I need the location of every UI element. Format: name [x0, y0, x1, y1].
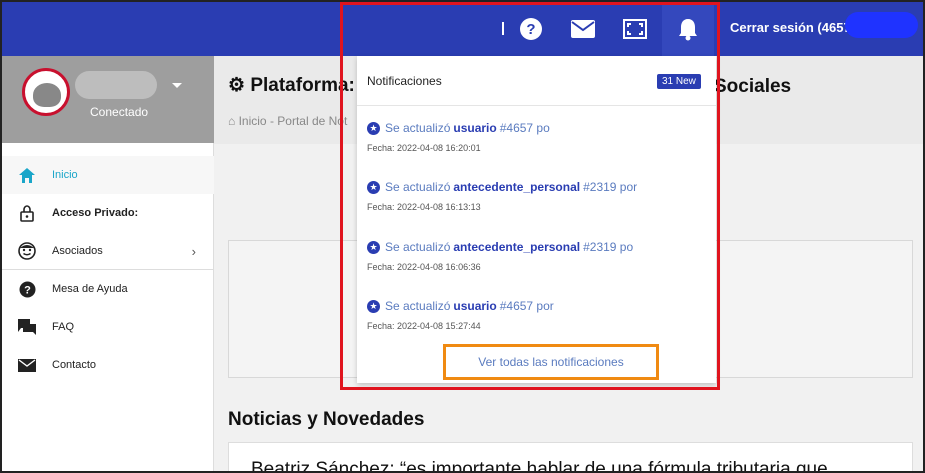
mail-icon	[18, 356, 36, 374]
star-icon: ★	[367, 299, 380, 313]
sidebar-item-asociados[interactable]: Asociados ›	[2, 232, 214, 270]
notification-item[interactable]: ★ Se actualizó usuario #4657 por Fecha: 202…	[367, 299, 707, 331]
face-icon	[18, 241, 36, 260]
home-icon	[18, 166, 36, 184]
breadcrumb[interactable]: ⌂ Inicio - Portal de Not	[228, 114, 347, 128]
help-icon[interactable]: ?	[514, 12, 548, 46]
news-headline[interactable]: Beatriz Sánchez: “es importante hablar d…	[251, 459, 828, 471]
notifications-dropdown: Notificaciones 31 New ★ Se actualizó usuar…	[357, 56, 716, 383]
chat-icon	[18, 318, 36, 336]
notification-date: Fecha: 2022-04-08 16:06:36	[367, 262, 481, 272]
separator	[502, 22, 504, 35]
sidebar-item-mesa-de-ayuda[interactable]: ? Mesa de Ayuda	[2, 270, 214, 308]
mail-icon[interactable]	[566, 12, 600, 46]
page-title-suffix: Sociales	[714, 76, 792, 97]
notifications-bell-button[interactable]	[662, 2, 714, 56]
top-navbar: ? Cerrar sesión (4657,	[2, 2, 923, 56]
notification-date: Fecha: 2022-04-08 16:20:01	[367, 143, 481, 153]
dropdown-header: Notificaciones 31 New	[357, 56, 716, 106]
home-icon: ⌂	[228, 114, 236, 128]
chevron-right-icon: ›	[191, 244, 196, 259]
news-card[interactable]: Beatriz Sánchez: “es importante hablar d…	[228, 442, 913, 471]
avatar	[22, 68, 70, 116]
sidebar-item-label: Asociados	[52, 244, 103, 257]
svg-text:?: ?	[526, 21, 535, 38]
fullscreen-icon[interactable]	[618, 12, 652, 46]
notification-date: Fecha: 2022-04-08 16:13:13	[367, 202, 481, 212]
star-icon: ★	[367, 121, 380, 135]
sidebar-item-label: Acceso Privado:	[52, 207, 139, 219]
star-icon: ★	[367, 240, 380, 254]
notification-item[interactable]: ★ Se actualizó antecedente_personal #2319 p…	[367, 180, 707, 212]
page-title: ⚙ Plataforma:	[228, 75, 355, 96]
help-icon: ?	[18, 280, 36, 298]
star-icon: ★	[367, 180, 380, 194]
sidebar-item-inicio[interactable]: Inicio	[2, 156, 214, 194]
gear-icon: ⚙	[228, 75, 246, 96]
svg-text:?: ?	[24, 284, 31, 296]
sidebar-nav: Inicio Acceso Privado: Asociados › ? Mes	[2, 156, 214, 384]
chevron-down-icon[interactable]	[172, 83, 182, 88]
bell-icon	[679, 19, 697, 41]
logout-link[interactable]: Cerrar sesión (4657,	[730, 20, 854, 35]
see-all-notifications-link[interactable]: Ver todas las notificaciones	[443, 344, 659, 380]
notification-item[interactable]: ★ Se actualizó antecedente_personal #2319 p…	[367, 240, 707, 272]
sidebar-item-faq[interactable]: FAQ	[2, 308, 214, 346]
sidebar-item-label: Mesa de Ayuda	[52, 283, 128, 295]
new-count-badge: 31 New	[657, 74, 701, 89]
notification-item[interactable]: ★ Se actualizó usuario #4657 po Fecha: 2022…	[367, 121, 707, 153]
dropdown-title: Notificaciones	[367, 74, 442, 88]
status-text: Conectado	[90, 105, 149, 119]
redacted-username	[75, 71, 157, 99]
app-window: ? Cerrar sesión (4657, Conectado Inicio …	[0, 0, 925, 473]
sidebar-item-contacto[interactable]: Contacto	[2, 346, 214, 384]
profile-panel: Conectado	[2, 56, 214, 143]
redacted-user-id	[845, 12, 918, 38]
separator	[718, 22, 720, 35]
sidebar: Conectado Inicio Acceso Privado: Asociad…	[2, 56, 214, 471]
sidebar-item-acceso-privado: Acceso Privado:	[2, 194, 214, 232]
lock-icon	[18, 204, 36, 222]
sidebar-item-label: FAQ	[52, 321, 75, 333]
sidebar-item-label: Inicio	[52, 169, 78, 181]
notification-date: Fecha: 2022-04-08 15:27:44	[367, 321, 481, 331]
news-section-title: Noticias y Novedades	[228, 409, 425, 430]
sidebar-item-label: Contacto	[52, 359, 97, 371]
